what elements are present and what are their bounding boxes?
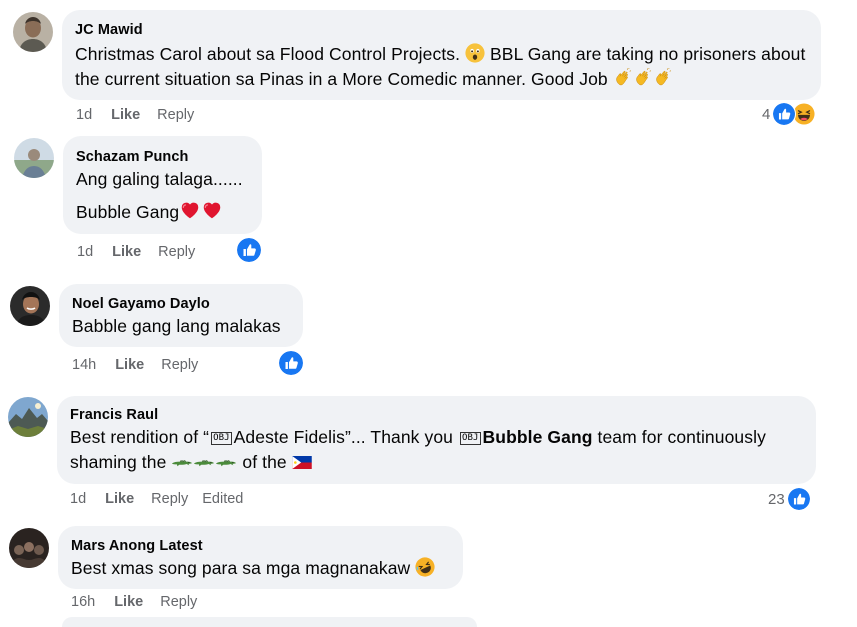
mention-link[interactable]: Bubble Gang <box>483 427 593 447</box>
comment-author[interactable]: Schazam Punch <box>76 148 248 166</box>
like-button[interactable]: Like <box>111 107 140 123</box>
comment-author[interactable]: Francis Raul <box>70 406 802 424</box>
comment-actions: 16h Like Reply <box>71 592 211 612</box>
comment-timestamp[interactable]: 14h <box>72 357 96 373</box>
comment-text: Ang galing talaga...... <box>76 169 243 189</box>
comment-text-part: Best xmas song para sa mga magnanakaw <box>71 558 411 578</box>
reply-button[interactable]: Reply <box>158 244 195 260</box>
philippines-flag-icon <box>292 456 312 469</box>
clapping-hands-icon <box>633 68 653 88</box>
avatar[interactable] <box>14 138 54 178</box>
comment-text: Babble gang lang malakas <box>72 316 281 336</box>
comment-text: Best rendition of “OBJ Adeste Fidelis”...… <box>70 425 802 475</box>
reaction-count: 23 <box>768 490 785 508</box>
edited-label[interactable]: Edited <box>202 491 243 507</box>
crocodile-icon <box>171 458 193 469</box>
comment-actions: 1d Like Reply <box>77 242 209 262</box>
reply-button[interactable]: Reply <box>151 491 188 507</box>
reply-button[interactable]: Reply <box>160 594 197 610</box>
comment-bubble: Schazam Punch Ang galing talaga...... Bu… <box>63 136 262 234</box>
crocodile-icon <box>193 458 215 469</box>
clapping-hands-icon <box>613 68 633 88</box>
red-heart-icon <box>201 199 223 221</box>
comment-text: Best xmas song para sa mga magnanakaw <box>71 556 449 581</box>
reply-button[interactable]: Reply <box>161 357 198 373</box>
comment-text-part: Adeste Fidelis”... Thank you <box>233 427 454 447</box>
rolling-laughing-emoji-icon <box>415 557 435 577</box>
reply-button[interactable]: Reply <box>157 107 194 123</box>
avatar[interactable] <box>13 12 53 52</box>
comment-author[interactable]: JC Mawid <box>75 21 807 39</box>
clapping-hands-icon <box>653 68 673 88</box>
object-replacement-glyph: OBJ <box>459 432 481 445</box>
comment-text-part: Christmas Carol about sa Flood Control P… <box>75 44 461 64</box>
reaction-summary[interactable] <box>236 237 262 263</box>
crocodile-icon <box>215 458 237 469</box>
red-heart-icon <box>179 199 201 221</box>
like-button[interactable]: Like <box>115 357 144 373</box>
comment-actions: 1d Like Reply Edited <box>70 489 243 509</box>
next-comment-bubble-edge <box>62 617 477 627</box>
avatar[interactable] <box>8 397 48 437</box>
comment-actions: 14h Like Reply <box>72 355 212 375</box>
comment-actions: 1d Like Reply <box>76 105 208 125</box>
comment-bubble: JC Mawid Christmas Carol about sa Flood … <box>62 10 821 100</box>
like-icon <box>236 237 262 263</box>
comment-timestamp[interactable]: 1d <box>70 491 86 507</box>
avatar[interactable] <box>10 286 50 326</box>
reaction-summary[interactable] <box>278 350 304 376</box>
comment-text-part: Bubble Gang <box>76 202 180 222</box>
like-icon <box>772 102 797 126</box>
comment-text-part: Best rendition of “ <box>70 427 210 447</box>
comment-timestamp[interactable]: 16h <box>71 594 95 610</box>
reaction-count: 4 <box>762 105 771 123</box>
comment-text: Bubble Gang <box>76 199 248 225</box>
like-button[interactable]: Like <box>105 491 134 507</box>
comment-text: Christmas Carol about sa Flood Control P… <box>75 42 807 92</box>
reaction-summary[interactable]: 23 <box>768 487 811 511</box>
comment-author[interactable]: Noel Gayamo Daylo <box>72 295 289 313</box>
comment-bubble: Mars Anong Latest Best xmas song para sa… <box>58 526 463 589</box>
like-button[interactable]: Like <box>114 594 143 610</box>
object-replacement-glyph: OBJ <box>211 432 232 445</box>
comment-timestamp[interactable]: 1d <box>76 107 92 123</box>
comment-bubble: Noel Gayamo Daylo Babble gang lang malak… <box>59 284 303 347</box>
avatar[interactable] <box>9 528 49 568</box>
reaction-summary[interactable]: 4 <box>762 102 817 126</box>
comment-timestamp[interactable]: 1d <box>77 244 93 260</box>
comment-text-part: of the <box>242 452 287 472</box>
comment-author[interactable]: Mars Anong Latest <box>71 537 449 555</box>
astonished-emoji-icon <box>465 43 485 63</box>
comment-bubble: Francis Raul Best rendition of “OBJ Adest… <box>57 396 816 484</box>
like-icon <box>278 350 304 376</box>
like-icon <box>786 487 811 511</box>
like-button[interactable]: Like <box>112 244 141 260</box>
